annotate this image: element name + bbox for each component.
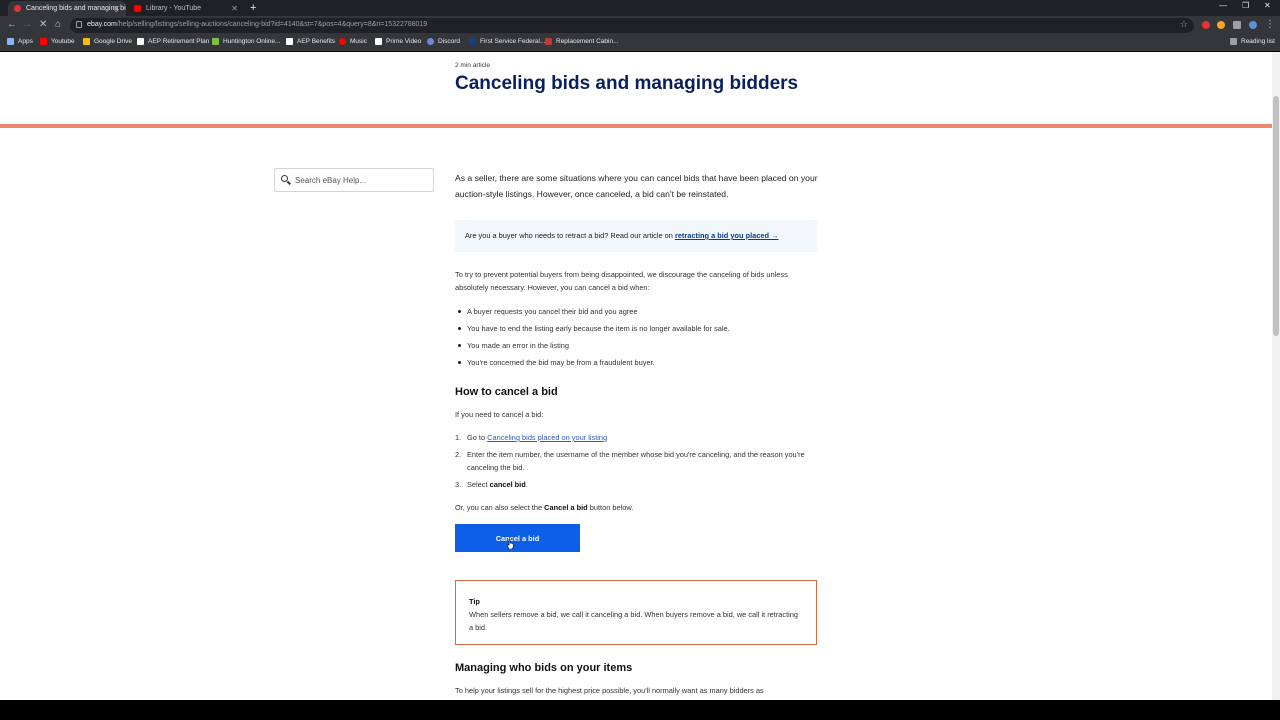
- tab-title: Canceling bids and managing bi: [26, 5, 126, 12]
- taskbar: [0, 700, 1280, 720]
- tip-box: Tip When sellers remove a bid, we call i…: [455, 580, 817, 645]
- help-search-box: [274, 168, 434, 192]
- list-item: 3. Select cancel bid.: [455, 480, 528, 489]
- cancel-reasons-list: A buyer requests you cancel their bid an…: [458, 305, 817, 373]
- list-item: 2. Enter the item number, the username of…: [455, 450, 805, 472]
- aep-benefits-icon: [286, 38, 293, 45]
- page-scrollbar[interactable]: [1272, 52, 1280, 700]
- discourage-paragraph: To try to prevent potential buyers from …: [455, 270, 788, 292]
- cancel-a-bid-button[interactable]: Cancel a bid: [455, 524, 580, 552]
- youtube-favicon-icon: [134, 5, 141, 12]
- bookmark-first-service[interactable]: First Service Federal...: [469, 38, 545, 45]
- close-tab-icon[interactable]: ✕: [113, 4, 120, 13]
- scrollbar-thumb[interactable]: [1273, 96, 1279, 336]
- bookmark-music[interactable]: Music: [339, 38, 367, 45]
- music-icon: [339, 38, 346, 45]
- list-item: You're concerned the bid may be from a f…: [458, 356, 817, 373]
- page-title: Canceling bids and managing bidders: [455, 73, 799, 94]
- header-divider: [0, 124, 1272, 128]
- bookmark-aep-retirement[interactable]: AEP Retirement Plan: [137, 38, 209, 45]
- cancel-steps-list: 1. Go to Canceling bids placed on your li…: [455, 431, 817, 495]
- search-input[interactable]: [295, 174, 429, 187]
- bookmark-replacement-cabin[interactable]: Replacement Cabin...: [545, 38, 619, 45]
- replacement-cabin-icon: [545, 38, 552, 45]
- minimize-icon[interactable]: —: [1219, 1, 1227, 10]
- extension-icon[interactable]: [1217, 21, 1225, 29]
- retracting-bid-link[interactable]: retracting a bid you placed →: [675, 231, 779, 240]
- bookmark-prime-video[interactable]: Prime Video: [375, 38, 421, 45]
- bookmark-star-icon[interactable]: ☆: [1180, 19, 1188, 30]
- tab-strip: Canceling bids and managing bi ✕ Library…: [0, 0, 1280, 16]
- bookmark-apps[interactable]: Apps: [7, 38, 33, 45]
- lock-icon: [76, 21, 82, 28]
- intro-paragraph: As a seller, there are some situations w…: [455, 173, 818, 199]
- managing-bidders-heading: Managing who bids on your items: [455, 662, 633, 674]
- discord-icon: [427, 38, 434, 45]
- reading-list-icon: [1230, 38, 1237, 45]
- forward-icon[interactable]: →: [22, 19, 32, 30]
- back-icon[interactable]: ←: [7, 19, 17, 30]
- tab-title: Library - YouTube: [146, 5, 201, 12]
- list-item: 1. Go to Canceling bids placed on your li…: [455, 433, 608, 442]
- how-to-cancel-heading: How to cancel a bid: [455, 386, 558, 398]
- profile-avatar-icon[interactable]: [1249, 21, 1257, 29]
- search-icon[interactable]: [281, 175, 288, 182]
- list-item: A buyer requests you cancel their bid an…: [458, 305, 817, 322]
- address-bar[interactable]: ebay.com/help/selling/listings/selling-a…: [70, 18, 1194, 33]
- aep-icon: [137, 38, 144, 45]
- callout-text: Are you a buyer who needs to retract a b…: [465, 231, 675, 240]
- bookmark-aep-benefits[interactable]: AEP Benefits: [286, 38, 335, 45]
- managing-intro: To help your listings sell for the highe…: [455, 686, 764, 695]
- or-paragraph: Or, you can also select the Cancel a bid…: [455, 503, 634, 512]
- ebay-favicon-icon: [14, 5, 21, 12]
- tab-youtube-library[interactable]: Library - YouTube ✕: [128, 1, 244, 16]
- list-item: You have to end the listing early becaus…: [458, 322, 817, 339]
- buyer-callout: Are you a buyer who needs to retract a b…: [455, 220, 817, 252]
- bookmark-discord[interactable]: Discord: [427, 38, 460, 45]
- stop-loading-icon[interactable]: ✕: [39, 19, 47, 30]
- page-viewport: 2 min article Canceling bids and managin…: [0, 52, 1272, 700]
- bookmark-youtube[interactable]: Youtube: [40, 38, 75, 45]
- canceling-bids-link[interactable]: Canceling bids placed on your listing: [487, 433, 607, 442]
- hand-cursor-icon: [507, 539, 514, 549]
- new-tab-icon[interactable]: +: [250, 2, 256, 14]
- list-item: You made an error in the listing: [458, 339, 817, 356]
- home-icon[interactable]: ⌂: [55, 19, 61, 30]
- tip-body: When sellers remove a bid, we call it ca…: [469, 610, 799, 632]
- tab-ebay-help[interactable]: Canceling bids and managing bi ✕: [8, 1, 126, 16]
- close-tab-icon[interactable]: ✕: [231, 4, 238, 13]
- browser-toolbar: ← → ✕ ⌂ ebay.com/help/selling/listings/s…: [0, 16, 1280, 35]
- article-meta: 2 min article: [455, 62, 491, 69]
- menu-dots-icon[interactable]: ⋮: [1265, 19, 1275, 30]
- tip-title: Tip: [469, 597, 480, 606]
- cancel-intro: If you need to cancel a bid:: [455, 410, 544, 419]
- youtube-icon: [40, 38, 47, 45]
- bookmark-huntington[interactable]: Huntington Online...: [212, 38, 280, 45]
- restore-icon[interactable]: ❐: [1242, 1, 1249, 10]
- first-service-icon: [469, 38, 476, 45]
- apps-grid-icon: [7, 38, 14, 45]
- google-drive-icon: [83, 38, 90, 45]
- extension-icon[interactable]: [1202, 21, 1210, 29]
- bookmark-google-drive[interactable]: Google Drive: [83, 38, 132, 45]
- extensions-puzzle-icon[interactable]: [1233, 21, 1241, 29]
- bookmarks-bar: Apps Youtube Google Drive AEP Retirement…: [0, 35, 1280, 51]
- close-window-icon[interactable]: ✕: [1264, 1, 1271, 10]
- prime-video-icon: [375, 38, 382, 45]
- huntington-icon: [212, 38, 219, 45]
- url-text: ebay.com/help/selling/listings/selling-a…: [87, 21, 428, 28]
- reading-list-button[interactable]: Reading list: [1230, 38, 1275, 45]
